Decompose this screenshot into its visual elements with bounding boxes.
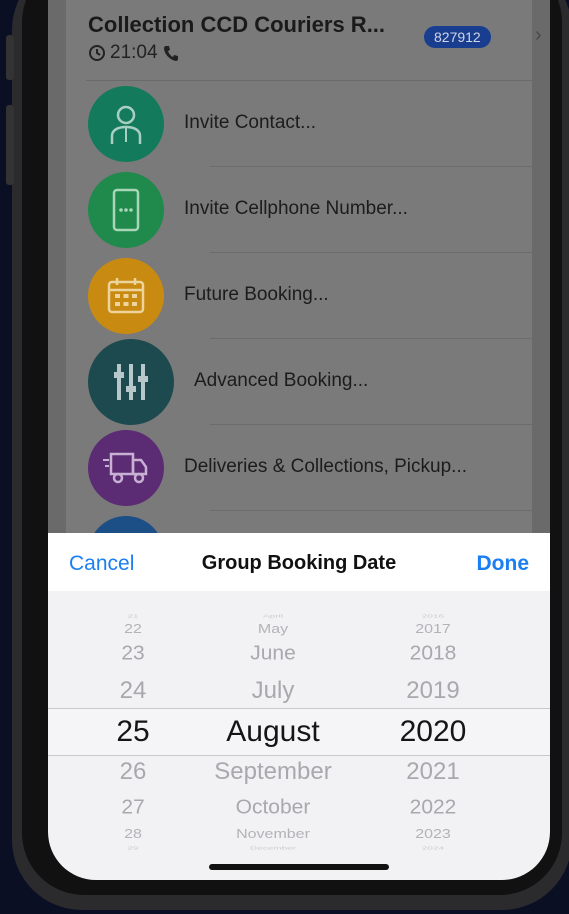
person-icon xyxy=(88,86,164,162)
booking-title: Collection CCD Couriers R... xyxy=(88,12,386,37)
day-wheel[interactable]: 21 22 23 24 25 26 27 28 29 xyxy=(93,607,173,851)
picker-option[interactable]: 2019 xyxy=(383,677,483,705)
picker-option[interactable]: 29 xyxy=(93,846,173,851)
month-wheel[interactable]: April May June July August September October No… xyxy=(178,607,368,851)
picker-option[interactable]: 28 xyxy=(93,828,173,842)
picker-option[interactable]: 23 xyxy=(93,643,173,666)
picker-option[interactable]: 2021 xyxy=(383,758,483,786)
picker-option[interactable]: June xyxy=(178,643,368,666)
cellphone-icon xyxy=(88,172,164,248)
booking-time: 21:04 xyxy=(110,42,158,63)
menu-item-advanced-booking[interactable]: Advanced Booking... xyxy=(86,339,532,425)
calendar-icon xyxy=(88,258,164,334)
picker-option[interactable]: December xyxy=(178,846,368,851)
picker-option[interactable]: 2023 xyxy=(383,828,483,842)
menu-item-invite-cellphone[interactable]: Invite Cellphone Number... xyxy=(86,167,532,253)
menu-item-label: Invite Cellphone Number... xyxy=(184,198,408,219)
menu-item-label: Advanced Booking... xyxy=(194,370,369,391)
volume-button xyxy=(6,105,14,185)
picker-option[interactable]: 26 xyxy=(93,758,173,786)
menu-item-label: Invite Contact... xyxy=(184,112,317,133)
picker-option[interactable]: July xyxy=(178,677,368,705)
picker-option[interactable]: 2022 xyxy=(383,797,483,820)
picker-option[interactable]: 24 xyxy=(93,677,173,705)
picker-toolbar: Cancel Group Booking Date Done xyxy=(48,533,550,591)
picker-option[interactable]: 2016 xyxy=(383,614,483,619)
phone-icon xyxy=(163,46,178,61)
date-picker-wheels[interactable]: 21 22 23 24 25 26 27 28 29 April May June July Augus… xyxy=(48,607,550,851)
picker-option[interactable]: August xyxy=(178,715,368,749)
picker-option[interactable]: October xyxy=(178,797,368,820)
date-picker-sheet: Cancel Group Booking Date Done 21 22 23 24 2… xyxy=(48,533,550,880)
picker-option[interactable]: November xyxy=(178,828,368,842)
menu-item-deliveries[interactable]: Deliveries & Collections, Pickup... xyxy=(86,425,532,511)
picker-option[interactable]: 2018 xyxy=(383,643,483,666)
picker-option[interactable]: 22 xyxy=(93,623,173,637)
booking-code-badge: 827912 xyxy=(424,26,491,48)
done-button[interactable]: Done xyxy=(477,552,530,576)
picker-title: Group Booking Date xyxy=(201,552,397,574)
mute-switch xyxy=(6,35,14,80)
menu-item-invite-contact[interactable]: Invite Contact... xyxy=(86,81,532,167)
picker-option[interactable]: April xyxy=(178,614,368,619)
menu-item-label: Deliveries & Collections, Pickup... xyxy=(184,456,467,477)
picker-option[interactable]: 2017 xyxy=(383,623,483,637)
year-wheel[interactable]: 2016 2017 2018 2019 2020 2021 2022 2023 2024 xyxy=(383,607,483,851)
phone-screen: Collection CCD Couriers R... 21:04 82791… xyxy=(48,0,550,880)
picker-option[interactable]: 2020 xyxy=(383,715,483,749)
menu-item-future-booking[interactable]: Future Booking... xyxy=(86,253,532,339)
menu-item-label: Future Booking... xyxy=(184,284,329,305)
picker-option[interactable]: September xyxy=(178,758,368,786)
booking-header[interactable]: Collection CCD Couriers R... 21:04 82791… xyxy=(86,10,542,80)
clock-icon xyxy=(89,45,105,61)
picker-option[interactable]: 2024 xyxy=(383,846,483,851)
picker-option[interactable]: 27 xyxy=(93,797,173,820)
home-indicator xyxy=(209,864,389,870)
sliders-icon xyxy=(88,339,174,425)
picker-option[interactable]: 25 xyxy=(93,715,173,749)
booking-meta: 21:04 xyxy=(88,42,180,64)
picker-option[interactable]: 21 xyxy=(93,614,173,619)
chevron-right-icon: › xyxy=(535,24,542,46)
truck-icon xyxy=(88,430,164,506)
picker-option[interactable]: May xyxy=(178,623,368,637)
